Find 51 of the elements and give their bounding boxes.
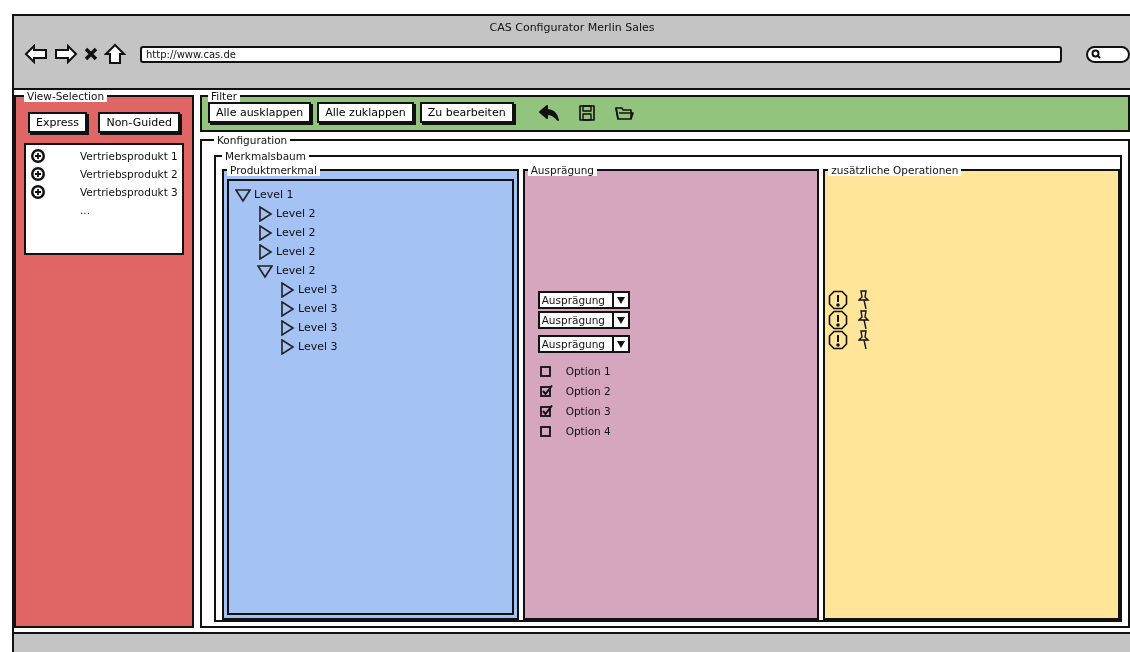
panel-legend: Ausprägung [527,164,598,176]
search-field[interactable] [1086,45,1130,63]
list-item[interactable]: Vertriebsprodukt 3 [80,185,178,198]
plus-circle-icon[interactable] [30,147,46,164]
pin-icon[interactable] [858,290,871,310]
view-button[interactable]: Non-Guided [98,112,180,133]
back-arrow-icon[interactable] [24,44,48,64]
option-checkbox[interactable]: Option 1 [537,363,815,379]
panel-legend: zusätzliche Operationen [828,164,962,176]
warning-icon[interactable] [828,290,849,310]
list-item[interactable]: Vertriebsprodukt 1 [80,149,178,162]
dropdown[interactable]: Ausprägung [537,335,630,353]
tree-item[interactable]: Level 3 [279,299,506,318]
list-item[interactable]: Vertriebsprodukt 2 [80,167,178,180]
tree-item[interactable]: Level 3 [279,318,506,337]
caret-icon [616,296,625,304]
plus-circle-icon[interactable] [30,165,46,182]
option-checkbox[interactable]: Option 3 [537,403,815,419]
caret-icon [616,316,625,324]
window-title: CAS Configurator Merlin Sales [488,20,656,36]
more-ellipsis: ... [80,203,90,216]
tree-item[interactable]: Level 1 [235,185,506,204]
save-icon [577,103,596,122]
dropdown[interactable]: Ausprägung [537,291,630,309]
panel-legend: Produktmerkmal [227,164,320,176]
undo-arrow-icon [537,103,560,122]
url-field[interactable]: http://www.cas.de [140,45,1062,63]
warning-icon[interactable] [828,310,849,330]
forward-arrow-icon[interactable] [54,44,78,64]
tree-item[interactable]: Level 2 [257,261,506,280]
tree-item[interactable]: Level 2 [257,223,506,242]
plus-circle-icon[interactable] [30,183,46,200]
filter-button[interactable]: Alle ausklappen [208,102,312,123]
pin-icon[interactable] [858,310,871,330]
tree-item[interactable]: Level 3 [279,337,506,356]
pin-icon[interactable] [858,330,871,350]
search-icon [1091,49,1101,59]
tree-item[interactable]: Level 2 [257,242,506,261]
dropdown[interactable]: Ausprägung [537,311,630,329]
filter-button[interactable]: Zu bearbeiten [419,102,514,123]
tree-item[interactable]: Level 2 [257,204,506,223]
close-icon[interactable] [84,46,98,62]
option-checkbox[interactable]: Option 4 [537,423,815,439]
panel-legend: View-Selection [24,90,108,102]
warning-icon[interactable] [828,330,849,350]
caret-icon [616,340,625,348]
panel-legend: Filter [208,90,240,102]
tree-item[interactable]: Level 3 [279,280,506,299]
view-button[interactable]: Express [28,112,87,133]
filter-button[interactable]: Alle zuklappen [317,102,414,123]
option-checkbox[interactable]: Option 2 [537,383,815,399]
